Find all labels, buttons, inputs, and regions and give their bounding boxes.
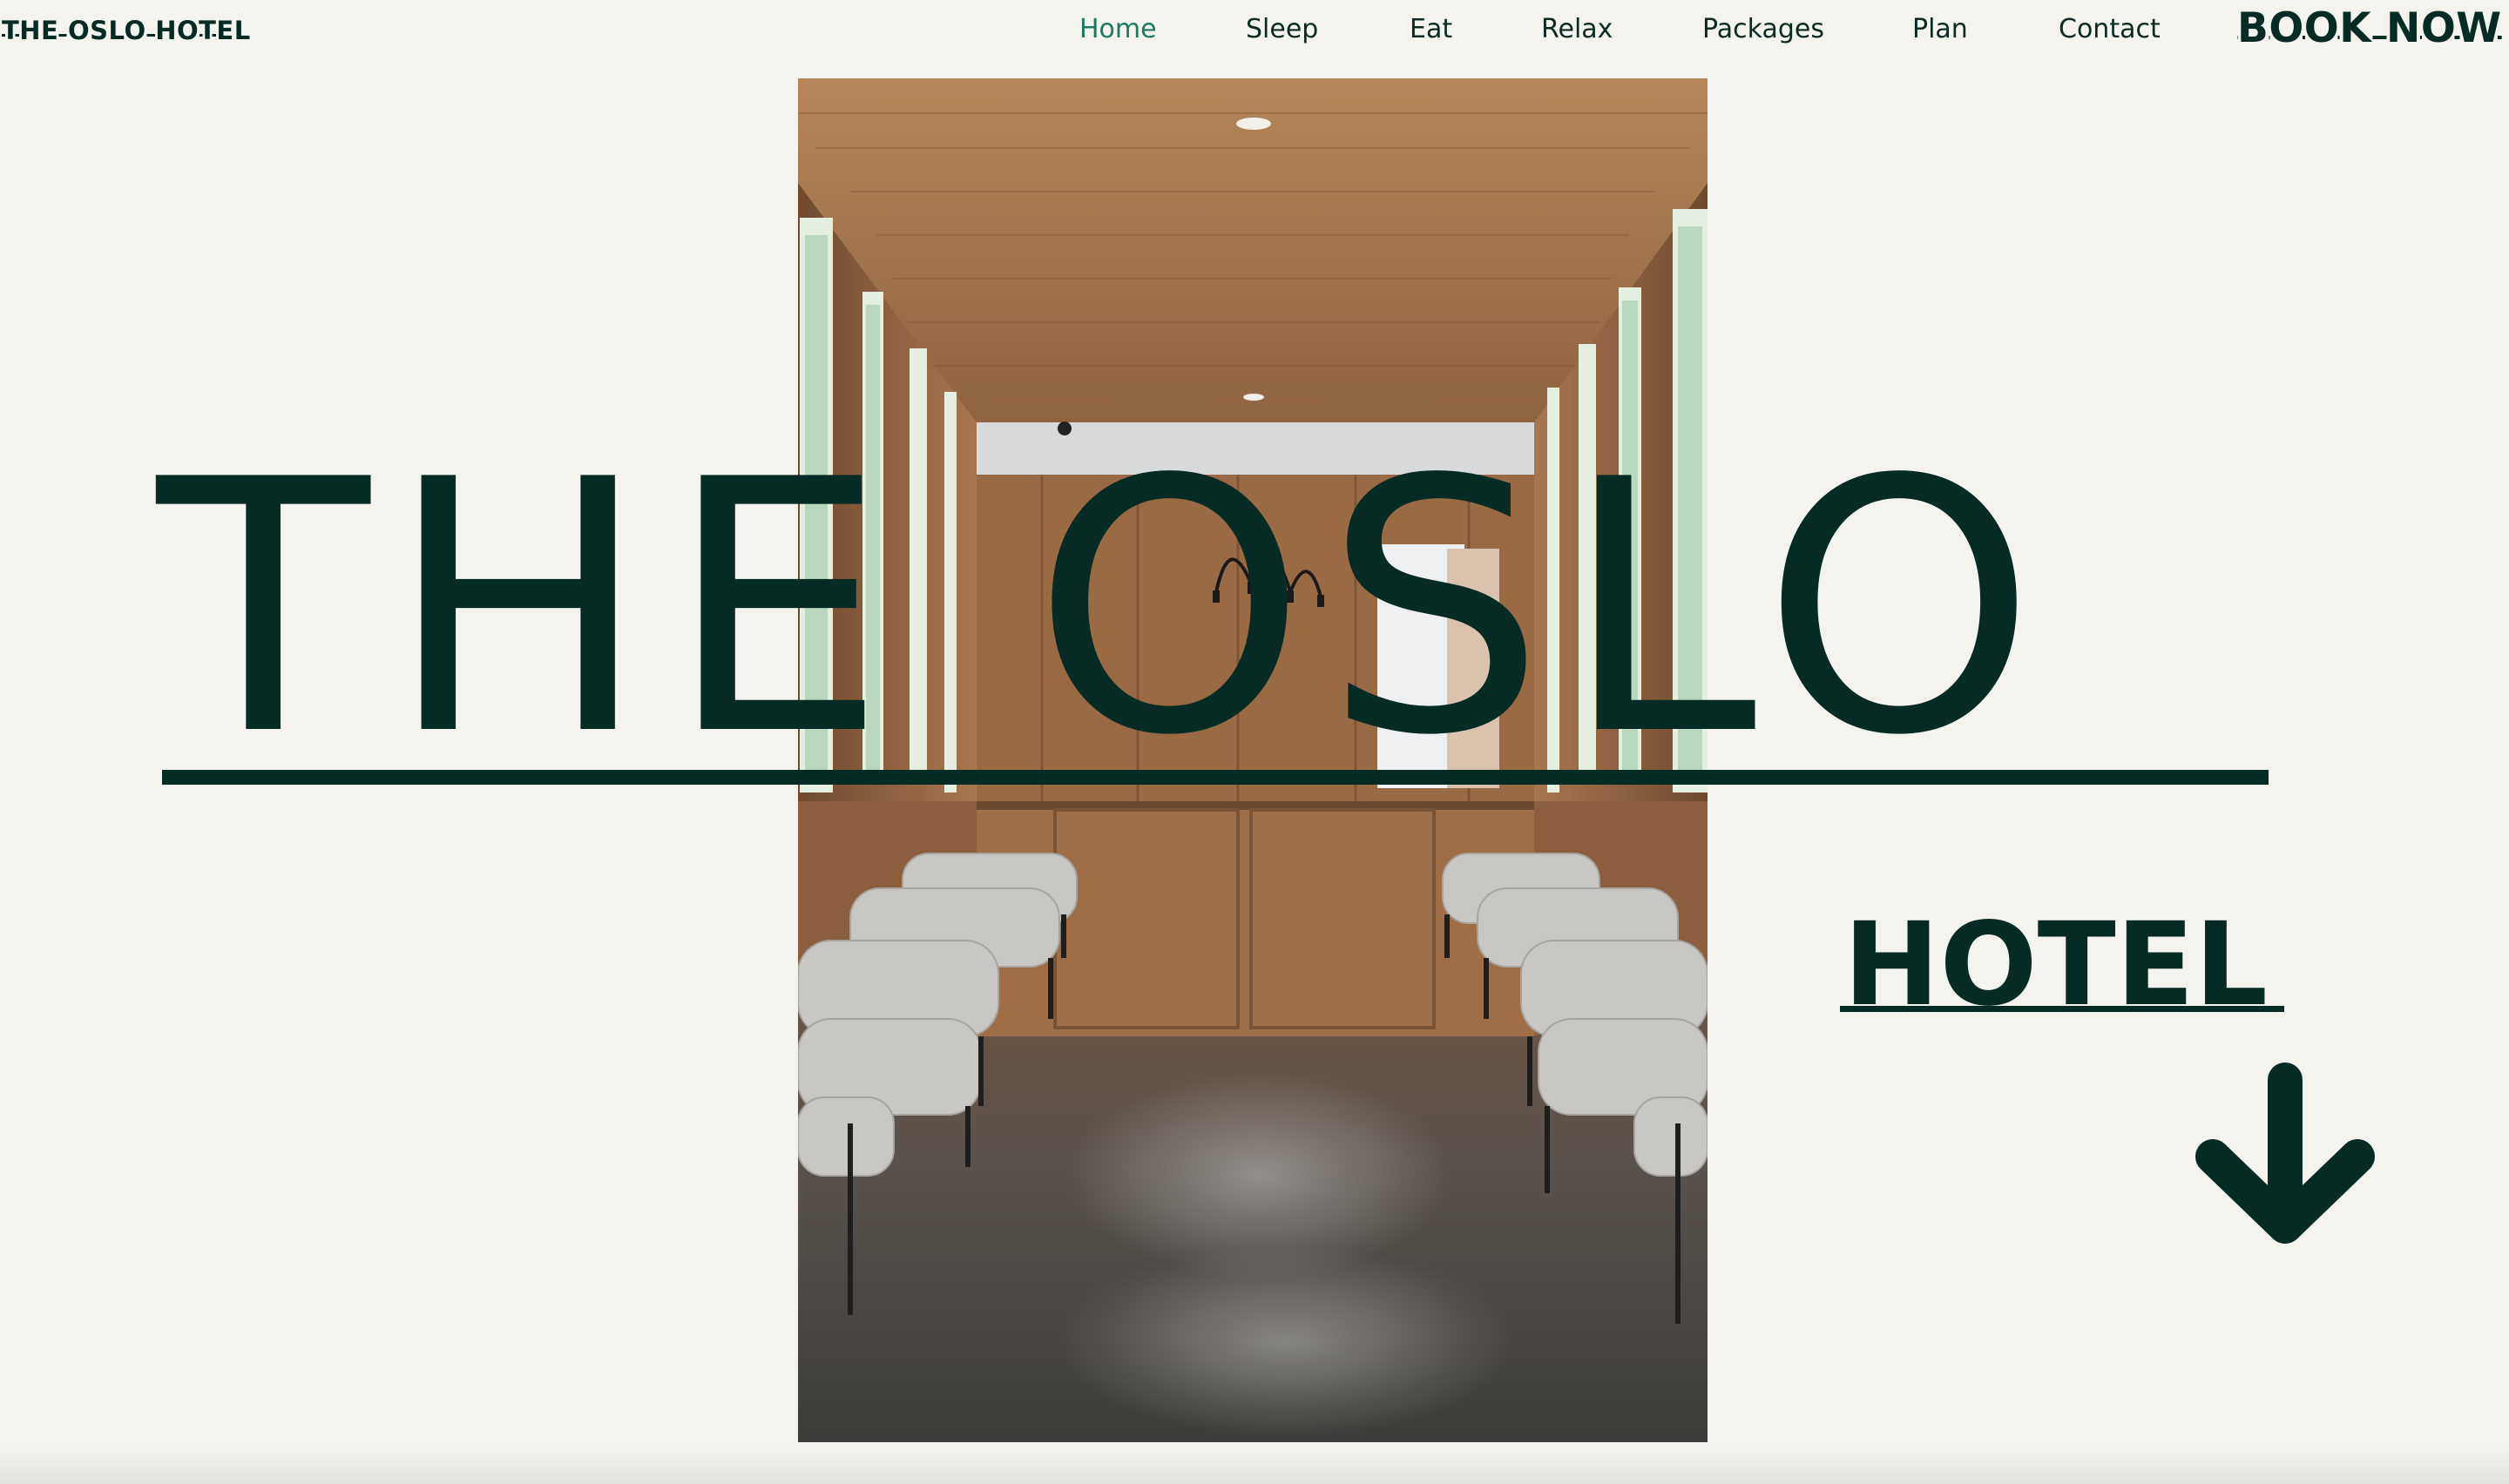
nav-item-plan[interactable]: Plan bbox=[1912, 14, 1968, 44]
hero-title-underline bbox=[162, 770, 2269, 785]
hero-subtitle-underline bbox=[1840, 1006, 2284, 1012]
nav-item-home[interactable]: Home bbox=[1079, 14, 1157, 44]
main-nav: Home Sleep Eat Relax Packages Plan Conta… bbox=[0, 14, 2509, 52]
hero-title: THE OSLO bbox=[157, 407, 2054, 812]
nav-item-packages[interactable]: Packages bbox=[1702, 14, 1824, 44]
nav-item-relax[interactable]: Relax bbox=[1541, 14, 1613, 44]
nav-item-sleep[interactable]: Sleep bbox=[1246, 14, 1318, 44]
page-bottom-shadow bbox=[0, 1446, 2509, 1484]
nav-item-eat[interactable]: Eat bbox=[1410, 14, 1452, 44]
book-now-button[interactable]: BOOK NOW bbox=[2237, 4, 2502, 53]
arrow-down-icon[interactable] bbox=[2194, 1061, 2377, 1249]
nav-item-contact[interactable]: Contact bbox=[2059, 14, 2161, 44]
